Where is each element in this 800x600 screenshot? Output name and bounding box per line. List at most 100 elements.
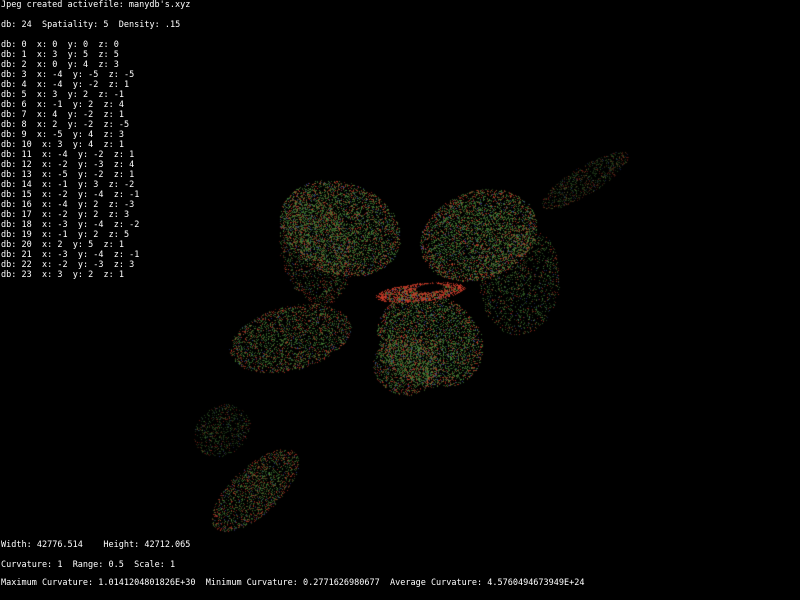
db-entry-z-label: z: (108, 200, 119, 210)
min-curvature-value: 0.2771626980677 (302, 578, 380, 588)
db-entry-y-label: y: (77, 220, 89, 230)
db-entry-x-label: x: (41, 220, 53, 230)
db-entry-db-label: db: (1, 130, 17, 140)
avg-curvature-label: Average Curvature: (390, 578, 483, 588)
db-entry-x: -2 (57, 260, 68, 270)
db-entry-y: 4 (88, 140, 94, 150)
height-label: Height: (103, 540, 140, 550)
db-entry-z-label: z: (113, 160, 124, 170)
db-entry-x-label: x: (36, 60, 48, 70)
db-entry-y-label: y: (72, 100, 83, 110)
db-entry-z: 3 (113, 60, 119, 70)
db-entry-z: 4 (129, 160, 135, 170)
db-entry-y-label: y: (72, 70, 83, 80)
db-entry-y-label: y: (77, 230, 89, 240)
db-entry-z-label: z: (103, 140, 114, 150)
db-entry-row: db: 12 x: -2 y: -3 z: 4 (1, 160, 139, 170)
db-entry-db-label: db: (1, 100, 17, 110)
db-entry-x: 3 (52, 90, 58, 100)
db-entry-y: 2 (88, 270, 94, 280)
db-entry-z-label: z: (98, 50, 109, 60)
db-entry-z-label: z: (98, 90, 109, 100)
avg-curvature-value: 4.5760494673949E+24 (487, 578, 585, 588)
db-entry-row: db: 3 x: -4 y: -5 z: -5 (1, 70, 139, 80)
db-entry-db-label: db: (1, 250, 17, 260)
db-entry-z: -5 (118, 120, 130, 130)
db-entry-x: 4 (52, 110, 58, 120)
density-label: Density: (118, 20, 160, 30)
db-entry-y: -4 (93, 250, 104, 260)
db-entry-x: 0 (52, 60, 58, 70)
db-entry-y: 0 (82, 40, 89, 50)
curvature-stats-line: Maximum Curvature: 1.0141204801826E+30 M… (1, 578, 584, 588)
db-entry-y-label: y: (77, 190, 89, 200)
db-entry-z-label: z: (103, 120, 114, 130)
db-entry-x-label: x: (41, 160, 53, 170)
db-entry-db: 14 (21, 180, 32, 190)
db-entry-db: 8 (21, 120, 27, 130)
db-entry-row: db: 19 x: -1 y: 2 z: 5 (1, 230, 139, 240)
db-entry-y: 4 (88, 130, 94, 140)
db-entry-db: 0 (21, 40, 27, 50)
db-entry-y: -3 (93, 160, 104, 170)
db-entry-row: db: 23 x: 3 y: 2 z: 1 (1, 270, 139, 280)
db-entry-y-label: y: (72, 140, 83, 150)
db-entry-z: 3 (129, 260, 135, 270)
db-entry-x-label: x: (41, 250, 53, 260)
db-entry-x-label: x: (41, 150, 53, 160)
db-entry-row: db: 5 x: 3 y: 2 z: -1 (1, 90, 139, 100)
db-entry-row: db: 10 x: 3 y: 4 z: 1 (1, 140, 139, 150)
db-entry-row: db: 0 x: 0 y: 0 z: 0 (1, 40, 139, 50)
db-entry-y-label: y: (77, 200, 89, 210)
db-entry-z-label: z: (103, 110, 114, 120)
db-entry-db: 13 (21, 170, 32, 180)
db-entry-z-label: z: (113, 170, 124, 180)
db-entry-z: 1 (129, 150, 135, 160)
db-entry-db-label: db: (1, 80, 17, 90)
max-curvature-label: Maximum Curvature: (1, 578, 94, 588)
db-entry-db: 3 (21, 70, 27, 80)
db-entry-db-label: db: (1, 220, 17, 230)
db-entry-x: -4 (57, 200, 68, 210)
db-entry-db: 2 (21, 60, 27, 70)
db-entry-y: 2 (88, 100, 94, 110)
db-entry-z-label: z: (113, 260, 124, 270)
range-value: 0.5 (108, 560, 124, 570)
status-message: Jpeg created activefile: manydb's.xyz (1, 0, 191, 10)
db-entry-y: -2 (88, 80, 99, 90)
db-entry-x: -3 (57, 220, 68, 230)
dimensions-line: Width: 42776.514 Height: 42712.065 (1, 540, 190, 550)
db-count-label: db: (1, 20, 17, 30)
db-entry-z: 1 (118, 110, 124, 120)
db-entry-db: 19 (21, 230, 32, 240)
db-entry-x: 2 (52, 120, 58, 130)
db-entry-y: -3 (93, 260, 104, 270)
db-entry-y: -4 (93, 190, 104, 200)
db-entry-x-label: x: (41, 180, 53, 190)
db-entry-z: -5 (123, 70, 135, 80)
db-entry-y-label: y: (67, 60, 78, 70)
db-entry-db: 18 (21, 220, 32, 230)
db-entry-x-label: x: (36, 100, 48, 110)
db-entry-x-label: x: (41, 260, 53, 270)
db-entry-row: db: 4 x: -4 y: -2 z: 1 (1, 80, 139, 90)
db-entry-row: db: 16 x: -4 y: 2 z: -3 (1, 200, 139, 210)
db-entry-y-label: y: (72, 130, 83, 140)
db-entry-row: db: 18 x: -3 y: -4 z: -2 (1, 220, 139, 230)
db-entry-row: db: 9 x: -5 y: 4 z: 3 (1, 130, 139, 140)
db-entry-x: -2 (57, 160, 68, 170)
db-entry-z: 3 (123, 210, 130, 220)
db-entry-db-label: db: (1, 50, 17, 60)
db-entry-row: db: 7 x: 4 y: -2 z: 1 (1, 110, 139, 120)
db-entry-x: 3 (57, 270, 63, 280)
db-entry-db: 9 (21, 130, 27, 140)
db-entry-db: 21 (21, 250, 32, 260)
db-entry-row: db: 22 x: -2 y: -3 z: 3 (1, 260, 139, 270)
db-entry-z: 0 (113, 40, 119, 50)
db-entry-db: 23 (21, 270, 32, 280)
db-entry-y: -5 (88, 70, 99, 80)
db-entry-db: 22 (21, 260, 32, 270)
parameters-line: db: 24 Spatiality: 5 Density: .15 (1, 20, 180, 30)
density-value: .15 (164, 20, 181, 30)
db-entry-z: -2 (123, 180, 135, 190)
